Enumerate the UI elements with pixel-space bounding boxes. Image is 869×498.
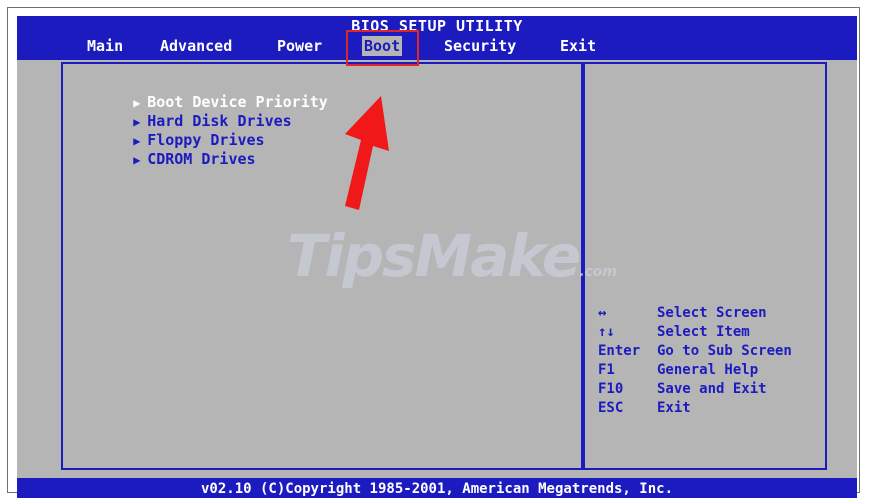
red-arrow-icon — [345, 96, 389, 210]
annotation-highlight-box — [346, 30, 419, 66]
tab-main[interactable]: Main — [87, 36, 123, 56]
help-key: Enter — [598, 343, 641, 359]
help-desc: Exit — [657, 400, 691, 416]
key-help-panel: ↔ Select Screen ↑↓ Select Item Enter Go … — [583, 62, 827, 470]
help-desc: Select Item — [657, 324, 750, 340]
help-desc: Go to Sub Screen — [657, 343, 792, 359]
triangle-right-icon: ▶ — [133, 153, 141, 167]
help-key: ↑↓ — [598, 324, 615, 340]
tab-power[interactable]: Power — [277, 36, 322, 56]
help-desc: Save and Exit — [657, 381, 767, 397]
help-key: F10 — [598, 381, 624, 397]
help-key: ESC — [598, 400, 624, 416]
tab-exit[interactable]: Exit — [560, 36, 596, 56]
tab-advanced[interactable]: Advanced — [160, 36, 232, 56]
tab-security[interactable]: Security — [444, 36, 516, 56]
watermark-logo: TipsMake.com — [287, 222, 618, 290]
copyright-bar: v02.10 (C)Copyright 1985-2001, American … — [17, 478, 857, 498]
bios-screen: BIOS SETUP UTILITY Main Advanced Power B… — [17, 16, 857, 498]
top-menu-bar: BIOS SETUP UTILITY Main Advanced Power B… — [17, 16, 857, 60]
help-key: ↔ — [598, 305, 607, 321]
bios-title: BIOS SETUP UTILITY — [351, 17, 523, 35]
help-key: F1 — [598, 362, 615, 378]
help-desc: Select Screen — [657, 305, 767, 321]
help-desc: General Help — [657, 362, 759, 378]
menu-item-cdrom-drives[interactable]: ▶ CDROM Drives — [79, 131, 255, 189]
